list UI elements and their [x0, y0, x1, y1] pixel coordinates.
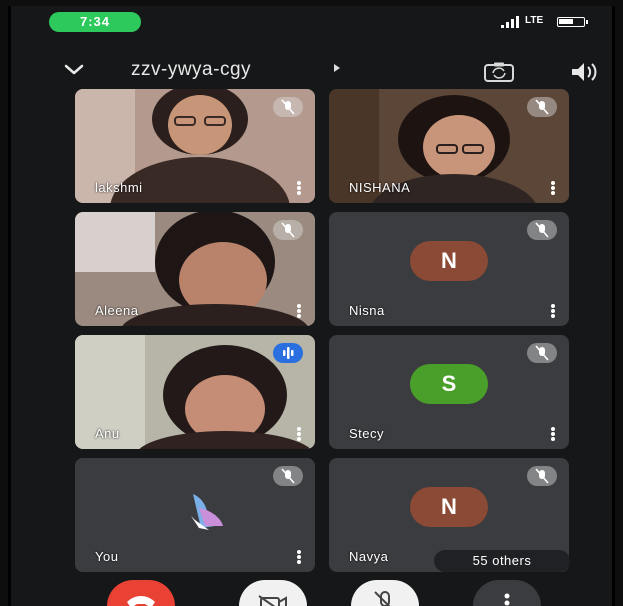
mic-on-icon — [273, 343, 303, 363]
more-options-button[interactable] — [473, 580, 541, 606]
meeting-info-arrow-icon[interactable] — [334, 64, 340, 72]
camera-toggle-button[interactable] — [239, 580, 307, 606]
avatar: N — [410, 241, 488, 281]
mic-off-icon — [273, 97, 303, 117]
participant-tile[interactable]: NISHANA — [329, 89, 569, 203]
meeting-top-bar: zzv-ywya-cgy — [11, 50, 612, 86]
chevron-down-icon[interactable] — [63, 58, 85, 80]
meet-app-screen: 7:34 LTE zzv-ywya-cgy lakshmi NISHANA Al… — [8, 6, 615, 606]
more-options-icon — [504, 593, 510, 606]
mic-off-icon — [527, 97, 557, 117]
participant-name: NISHANA — [349, 180, 411, 195]
participant-name: lakshmi — [95, 180, 143, 195]
more-vert-icon[interactable] — [297, 181, 301, 195]
status-time: 7:34 — [49, 12, 141, 32]
mic-off-icon — [527, 220, 557, 240]
mic-off-icon — [273, 466, 303, 486]
more-vert-icon[interactable] — [551, 427, 555, 441]
meeting-code[interactable]: zzv-ywya-cgy — [131, 59, 251, 81]
self-tile[interactable]: You — [75, 458, 315, 572]
end-call-icon — [127, 596, 155, 606]
battery-tip — [586, 20, 588, 24]
mic-off-icon — [527, 343, 557, 363]
network-type: LTE — [525, 15, 544, 26]
participant-tile[interactable]: N Nisna — [329, 212, 569, 326]
signal-icon — [501, 16, 519, 28]
more-vert-icon[interactable] — [551, 181, 555, 195]
status-bar: 7:34 LTE — [11, 6, 612, 36]
avatar: N — [410, 487, 488, 527]
avatar: S — [410, 364, 488, 404]
mic-off-icon — [527, 466, 557, 486]
more-vert-icon[interactable] — [551, 304, 555, 318]
participant-name: Navya — [349, 549, 389, 564]
participant-tile[interactable]: Aleena — [75, 212, 315, 326]
participant-tile[interactable]: lakshmi — [75, 89, 315, 203]
participant-name: Anu — [95, 426, 120, 441]
speaker-icon[interactable] — [569, 60, 599, 84]
more-vert-icon[interactable] — [297, 427, 301, 441]
mic-off-icon — [374, 591, 391, 606]
others-count-button[interactable]: 55 others — [434, 550, 570, 572]
camera-flip-icon[interactable] — [483, 62, 515, 82]
mic-off-icon — [273, 220, 303, 240]
participant-tile[interactable]: S Stecy — [329, 335, 569, 449]
participant-name: Nisna — [349, 303, 385, 318]
more-vert-icon[interactable] — [297, 304, 301, 318]
end-call-button[interactable] — [107, 580, 175, 606]
participant-name: You — [95, 549, 119, 564]
participant-tile[interactable]: Anu — [75, 335, 315, 449]
more-vert-icon[interactable] — [297, 550, 301, 564]
participant-name: Aleena — [95, 303, 139, 318]
participant-name: Stecy — [349, 426, 385, 441]
mic-toggle-button[interactable] — [351, 580, 419, 606]
camera-off-icon — [258, 595, 287, 606]
battery-icon — [557, 17, 585, 27]
